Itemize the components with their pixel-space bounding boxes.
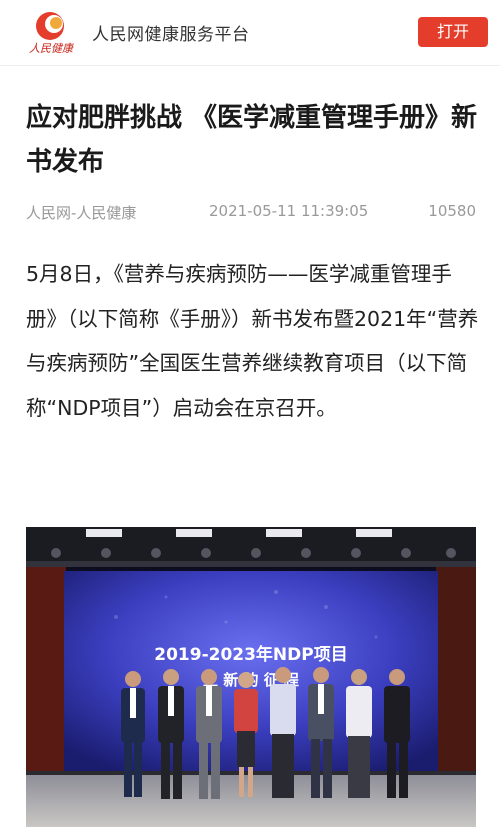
stage-photo-illustration: 2019-2023年NDP项目 上 新 的 征 程 xyxy=(26,527,476,827)
view-count: 10580 xyxy=(428,202,476,220)
svg-text:人民健康: 人民健康 xyxy=(29,42,74,55)
article-paragraph: 5月8日，《营养与疾病预防——医学减重管理手册》（以下简称《手册》）新书发布暨2… xyxy=(26,262,479,420)
article-photo[interactable]: 2019-2023年NDP项目 上 新 的 征 程 xyxy=(26,527,476,827)
app-header: 人民健康 人民网健康服务平台 打开 xyxy=(0,0,500,66)
brand-logo[interactable]: 人民健康 xyxy=(26,8,75,56)
logo-icon: 人民健康 xyxy=(29,12,75,55)
screen-text-line1: 2019-2023年NDP项目 xyxy=(154,644,347,665)
article-meta: 人民网-人民健康 2021-05-11 11:39:05 10580 xyxy=(26,202,476,222)
article-title: 应对肥胖挑战 《医学减重管理手册》新书发布 xyxy=(26,103,478,177)
open-app-button[interactable]: 打开 xyxy=(418,17,488,47)
platform-name: 人民网健康服务平台 xyxy=(92,25,250,45)
article-datetime: 2021-05-11 11:39:05 xyxy=(209,202,369,220)
article-source[interactable]: 人民网-人民健康 xyxy=(26,202,136,223)
